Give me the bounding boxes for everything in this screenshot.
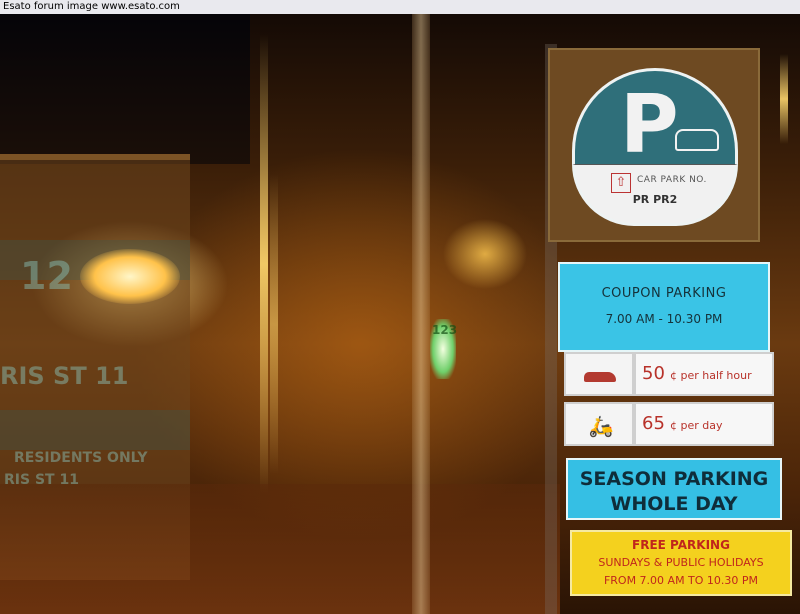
street-lamp-glow	[80, 249, 180, 304]
rate-unit: ¢ per half hour	[670, 369, 752, 382]
car-park-label: CAR PARK NO.	[637, 175, 707, 185]
blurred-street-number: 12	[20, 254, 73, 298]
rate-row-motorcycle: 🛵 65 ¢ per day	[562, 402, 776, 448]
free-parking-panel: FREE PARKING SUNDAYS & PUBLIC HOLIDAYS F…	[570, 530, 792, 596]
free-parking-hours: FROM 7.00 AM TO 10.30 PM	[603, 574, 759, 587]
free-parking-days: SUNDAYS & PUBLIC HOLIDAYS	[598, 556, 764, 569]
green-illuminated-sign: 123	[430, 319, 458, 379]
p-sign-disc: P	[572, 68, 738, 171]
coupon-parking-panel: COUPON PARKING 7.00 AM - 10.30 PM	[558, 262, 770, 352]
light-streak	[270, 174, 278, 474]
car-park-number-plate: ⇧ CAR PARK NO. PR PR2	[572, 164, 738, 226]
night-sky	[0, 14, 250, 164]
rate-icon-cell: 🛵	[564, 402, 634, 446]
motorcycle-icon: 🛵	[588, 414, 614, 438]
green-sign-text: 123	[432, 323, 458, 337]
coupon-title: COUPON PARKING	[601, 286, 727, 301]
light-streak	[260, 34, 268, 494]
season-line-2: WHOLE DAY	[610, 493, 738, 515]
rate-value-cell: 65 ¢ per day	[634, 402, 774, 446]
street-road	[0, 484, 560, 614]
rate-amount: 50	[642, 363, 665, 384]
season-line-1: SEASON PARKING	[579, 468, 769, 490]
car-icon	[584, 372, 616, 382]
rate-row-car: 50 ¢ per half hour	[562, 352, 776, 398]
rate-value-cell: 50 ¢ per half hour	[634, 352, 774, 396]
up-arrow-icon: ⇧	[611, 173, 631, 193]
rate-unit: ¢ per day	[670, 419, 723, 432]
p-letter: P	[620, 78, 679, 171]
blurred-street-name: RIS ST 11	[0, 362, 129, 390]
parking-p-sign: P ⇧ CAR PARK NO. PR PR2	[548, 48, 760, 242]
car-icon	[675, 129, 719, 151]
free-parking-title: FREE PARKING	[632, 538, 730, 552]
building-stripe	[0, 410, 190, 450]
rate-icon-cell	[564, 352, 634, 396]
rate-table: 50 ¢ per half hour 🛵 65 ¢ per day	[562, 352, 776, 450]
light-streak	[780, 54, 788, 144]
forum-watermark-banner: Esato forum image www.esato.com	[0, 0, 800, 14]
season-parking-panel: SEASON PARKING WHOLE DAY	[566, 458, 782, 520]
blurred-residents-sign: RESIDENTS ONLY	[14, 450, 148, 466]
car-park-number: PR PR2	[632, 193, 678, 206]
coupon-hours: 7.00 AM - 10.30 PM	[605, 312, 723, 326]
blurred-pole	[412, 14, 430, 614]
rate-amount: 65	[642, 413, 665, 434]
